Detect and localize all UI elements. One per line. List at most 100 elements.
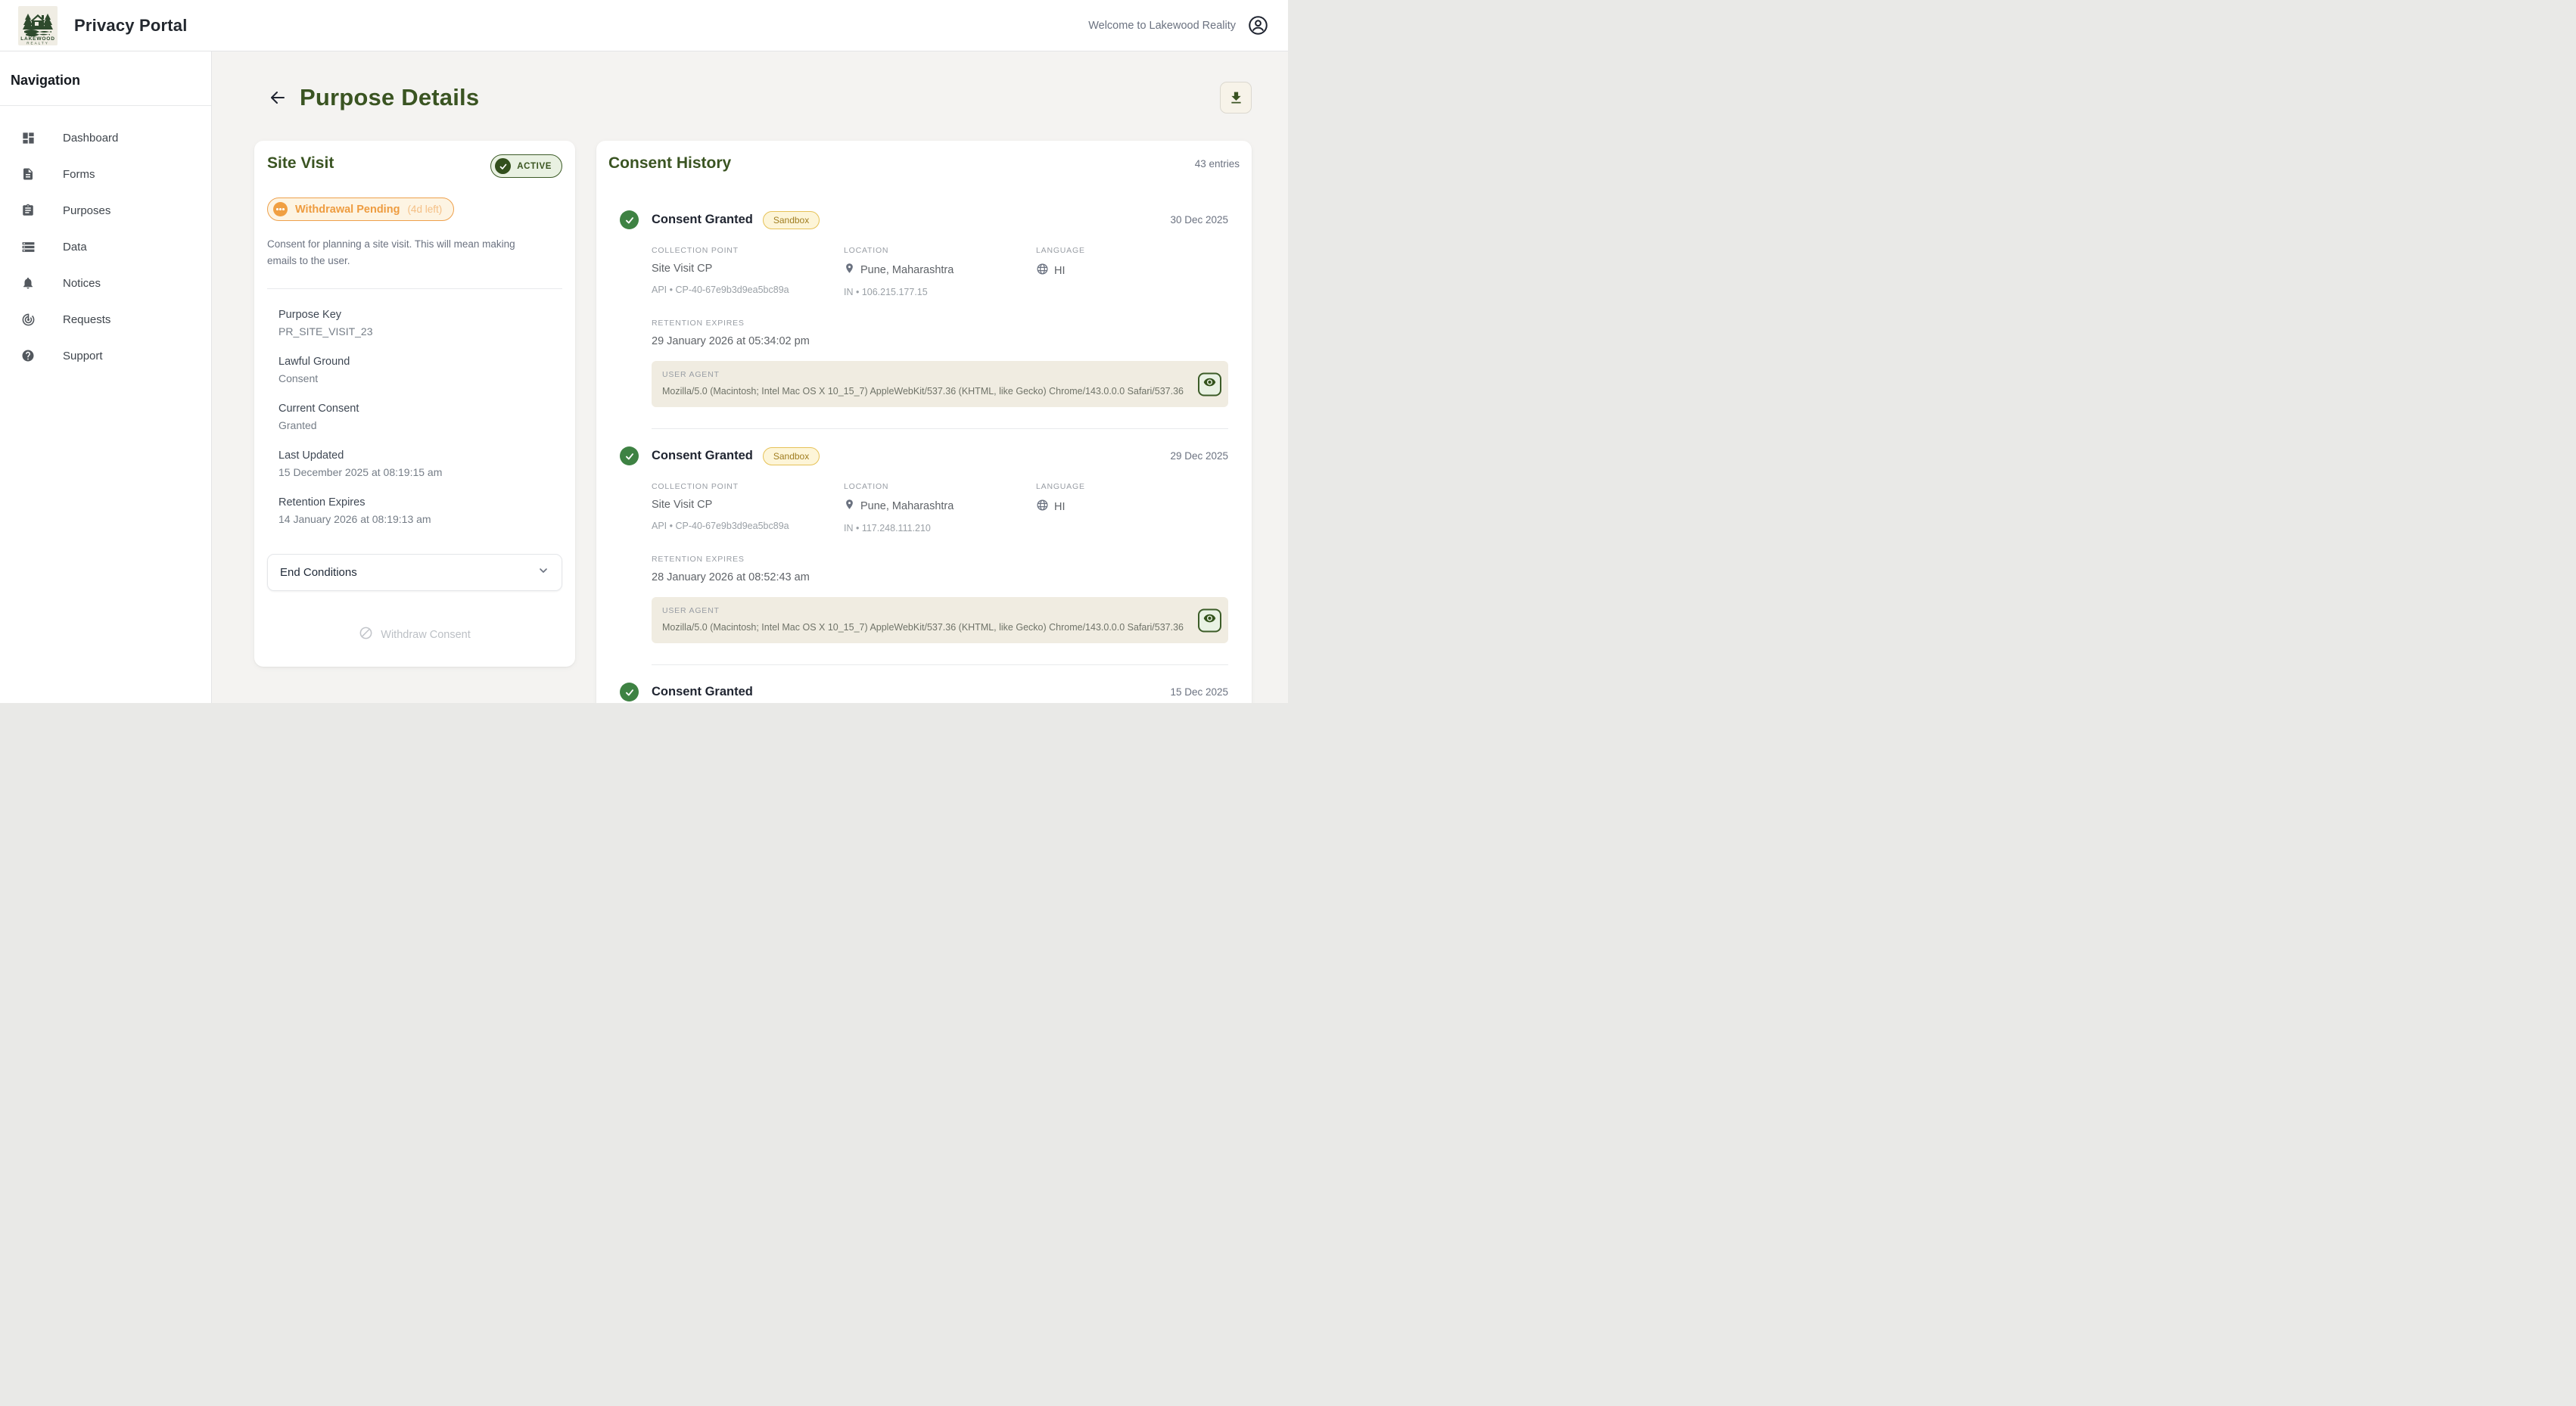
- end-conditions-label: End Conditions: [280, 566, 357, 579]
- location-block: LOCATION Pune, Maharashtra IN • 117.248.…: [844, 482, 1036, 533]
- end-conditions-expander[interactable]: End Conditions: [267, 554, 562, 591]
- collection-point-value: Site Visit CP: [652, 263, 844, 275]
- check-circle-icon: [620, 210, 639, 229]
- document-icon: [20, 166, 36, 182]
- sidebar-item-label: Dashboard: [63, 132, 118, 145]
- consent-entries: Consent Granted Sandbox 30 Dec 2025 COLL…: [608, 192, 1240, 703]
- location-block: LOCATION Pune, Maharashtra IN • 106.215.…: [844, 246, 1036, 297]
- location-ip: IN • 117.248.111.210: [844, 523, 1036, 533]
- sidebar-item-support[interactable]: Support: [0, 338, 211, 374]
- privacy-portal-app: LAKEWOOD REALTY Privacy Portal Welcome t…: [0, 0, 1288, 703]
- check-circle-icon: [620, 683, 639, 701]
- divider: [267, 288, 562, 289]
- sidebar-item-purposes[interactable]: Purposes: [0, 192, 211, 229]
- status-badge: ACTIVE: [490, 154, 562, 178]
- field-value: 15 December 2025 at 08:19:15 am: [278, 466, 562, 478]
- withdrawal-time-left: (4d left): [407, 204, 442, 215]
- collection-point-label: COLLECTION POINT: [652, 482, 844, 491]
- check-circle-icon: [620, 446, 639, 465]
- lakewood-realty-logo: LAKEWOOD REALTY: [18, 6, 58, 45]
- collection-point-api: API • CP-40-67e9b3d9ea5bc89a: [652, 521, 844, 531]
- bell-icon: [20, 275, 36, 291]
- user-agent-value: Mozilla/5.0 (Macintosh; Intel Mac OS X 1…: [662, 622, 1186, 633]
- field-lawful-ground: Lawful Ground Consent: [278, 356, 562, 384]
- field-last-updated: Last Updated 15 December 2025 at 08:19:1…: [278, 449, 562, 478]
- collection-point-label: COLLECTION POINT: [652, 246, 844, 255]
- dashboard-icon: [20, 130, 36, 145]
- eye-icon: [1203, 612, 1216, 629]
- sidebar-item-label: Support: [63, 350, 103, 362]
- retention-block: RETENTION EXPIRES 29 January 2026 at 05:…: [652, 319, 1228, 347]
- entry-date: 30 Dec 2025: [1170, 214, 1228, 226]
- location-value: Pune, Maharashtra: [860, 264, 954, 276]
- consent-history-title: Consent History: [608, 154, 731, 173]
- field-label: Last Updated: [278, 449, 562, 462]
- location-label: LOCATION: [844, 482, 1036, 491]
- language-value: HI: [1054, 265, 1066, 277]
- field-purpose-key: Purpose Key PR_SITE_VISIT_23: [278, 309, 562, 338]
- storage-icon: [20, 239, 36, 254]
- language-value: HI: [1054, 501, 1066, 513]
- retention-label: RETENTION EXPIRES: [652, 319, 1228, 328]
- sandbox-badge: Sandbox: [763, 211, 820, 229]
- field-label: Retention Expires: [278, 496, 562, 509]
- language-label: LANGUAGE: [1036, 246, 1228, 255]
- collection-point-block: COLLECTION POINT Site Visit CP API • CP-…: [652, 482, 844, 533]
- entry-title: Consent Granted: [652, 213, 753, 227]
- page-title: Purpose Details: [300, 84, 479, 111]
- sidebar-item-label: Data: [63, 241, 87, 254]
- sidebar: Navigation Dashboard Forms: [0, 51, 212, 703]
- field-value: PR_SITE_VISIT_23: [278, 325, 562, 338]
- sidebar-item-notices[interactable]: Notices: [0, 265, 211, 301]
- sidebar-item-requests[interactable]: Requests: [0, 301, 211, 338]
- view-user-agent-button[interactable]: [1198, 608, 1221, 632]
- map-pin-icon: [844, 499, 855, 513]
- field-current-consent: Current Consent Granted: [278, 403, 562, 431]
- withdrawal-pending-badge: Withdrawal Pending (4d left): [267, 198, 454, 221]
- sidebar-item-label: Forms: [63, 168, 95, 181]
- sidebar-item-dashboard[interactable]: Dashboard: [0, 120, 211, 156]
- globe-icon: [1036, 499, 1049, 515]
- field-value: 14 January 2026 at 08:19:13 am: [278, 513, 562, 525]
- collection-point-api: API • CP-40-67e9b3d9ea5bc89a: [652, 285, 844, 295]
- sandbox-badge: Sandbox: [763, 447, 820, 465]
- field-value: Consent: [278, 372, 562, 384]
- sidebar-item-forms[interactable]: Forms: [0, 156, 211, 192]
- top-header: LAKEWOOD REALTY Privacy Portal Welcome t…: [0, 0, 1288, 51]
- check-circle-icon: [495, 158, 511, 174]
- track-changes-icon: [20, 312, 36, 327]
- location-label: LOCATION: [844, 246, 1036, 255]
- user-agent-label: USER AGENT: [662, 370, 1186, 379]
- field-label: Purpose Key: [278, 309, 562, 321]
- user-agent-value: Mozilla/5.0 (Macintosh; Intel Mac OS X 1…: [662, 386, 1186, 397]
- sidebar-item-label: Notices: [63, 277, 101, 290]
- globe-icon: [1036, 263, 1049, 278]
- status-badge-label: ACTIVE: [517, 162, 552, 171]
- entry-date: 15 Dec 2025: [1170, 686, 1228, 698]
- retention-value: 29 January 2026 at 05:34:02 pm: [652, 335, 1228, 347]
- language-label: LANGUAGE: [1036, 482, 1228, 491]
- user-agent-label: USER AGENT: [662, 606, 1186, 615]
- clipboard-icon: [20, 203, 36, 218]
- account-icon[interactable]: [1248, 15, 1268, 36]
- language-block: LANGUAGE HI: [1036, 482, 1228, 533]
- app-title: Privacy Portal: [74, 16, 188, 36]
- purpose-fields: Purpose Key PR_SITE_VISIT_23 Lawful Grou…: [267, 309, 562, 525]
- sidebar-item-data[interactable]: Data: [0, 229, 211, 265]
- purpose-description: Consent for planning a site visit. This …: [267, 236, 540, 269]
- retention-block: RETENTION EXPIRES 28 January 2026 at 08:…: [652, 555, 1228, 583]
- help-icon: [20, 348, 36, 363]
- language-block: LANGUAGE HI: [1036, 246, 1228, 297]
- view-user-agent-button[interactable]: [1198, 372, 1221, 396]
- back-arrow[interactable]: [268, 88, 288, 107]
- collection-point-block: COLLECTION POINT Site Visit CP API • CP-…: [652, 246, 844, 297]
- ban-icon: [359, 626, 373, 644]
- collection-point-value: Site Visit CP: [652, 499, 844, 511]
- welcome-text: Welcome to Lakewood Reality: [1088, 20, 1236, 32]
- withdraw-consent-button[interactable]: Withdraw Consent: [267, 626, 562, 644]
- consent-history-card: Consent History 43 entries Consent Grant…: [596, 141, 1252, 703]
- download-button[interactable]: [1220, 82, 1252, 114]
- consent-entry: Consent Granted Sandbox 30 Dec 2025 COLL…: [620, 192, 1228, 428]
- user-agent-box: USER AGENT Mozilla/5.0 (Macintosh; Intel…: [652, 597, 1228, 643]
- location-ip: IN • 106.215.177.15: [844, 287, 1036, 297]
